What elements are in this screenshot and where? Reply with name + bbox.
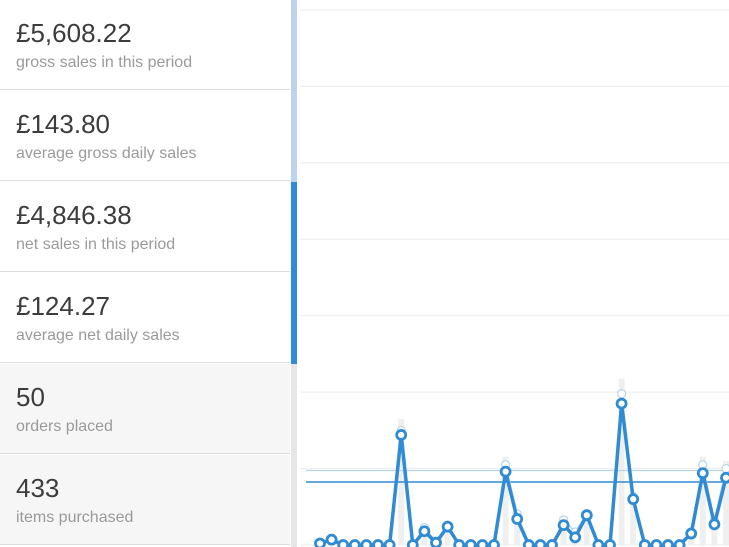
gross-sales-point[interactable] [721, 463, 729, 474]
orders-placed-amount: 50 [16, 382, 45, 412]
net-sales-point[interactable] [546, 539, 558, 547]
net-sales-point[interactable] [580, 509, 593, 522]
net-sales-point[interactable] [488, 539, 500, 547]
gross-sales-label: gross sales in this period [16, 54, 193, 71]
legend-items-purchased[interactable]: 433 items purchased [0, 455, 290, 545]
net-sales-label: net sales in this period [16, 236, 176, 253]
net-sales-point[interactable] [534, 539, 547, 547]
net-sales-point[interactable] [383, 539, 396, 547]
net-sales-point[interactable] [360, 539, 373, 547]
net-sales-point[interactable] [476, 539, 489, 547]
net-sales-point[interactable] [406, 539, 419, 547]
net-sales-point[interactable] [441, 520, 454, 533]
average-gross-daily-amount: £143.80 [16, 109, 110, 139]
net-sales-point[interactable] [569, 531, 582, 544]
net-sales-point[interactable] [720, 471, 729, 484]
gross-sales-point[interactable] [617, 389, 627, 399]
net-sales-point[interactable] [325, 533, 338, 546]
net-sales-point[interactable] [673, 539, 686, 547]
net-sales-point[interactable] [511, 513, 524, 525]
items-purchased-amount: 433 [16, 473, 60, 503]
net-sales-point[interactable] [696, 467, 709, 480]
net-sales-point[interactable] [372, 539, 384, 547]
gross-sales-color-stripe [291, 0, 297, 182]
net-sales-point[interactable] [499, 465, 512, 478]
net-sales-point[interactable] [395, 429, 408, 441]
net-sales-color-stripe [291, 182, 297, 364]
gross-sales-amount: £5,608.22 [16, 18, 132, 48]
net-sales-point[interactable] [557, 519, 570, 532]
average-net-daily-label: average net daily sales [16, 327, 180, 344]
items-purchased-label: items purchased [16, 509, 134, 526]
net-sales-point[interactable] [685, 527, 698, 540]
net-sales-point[interactable] [464, 539, 477, 547]
legend-gross-sales[interactable]: £5,608.22 gross sales in this period [0, 0, 290, 90]
chart-legend: £5,608.22 gross sales in this period £14… [0, 0, 290, 547]
net-sales-point[interactable] [337, 539, 350, 547]
legend-average-net-daily-sales[interactable]: £124.27 average net daily sales [0, 273, 290, 363]
sales-line-chart [300, 9, 729, 547]
net-sales-point[interactable] [627, 493, 640, 506]
legend-scroll-track [291, 364, 297, 547]
net-sales-point[interactable] [348, 539, 361, 547]
average-gross-daily-label: average gross daily sales [16, 145, 197, 162]
net-sales-point[interactable] [650, 539, 663, 547]
legend-average-gross-daily-sales[interactable]: £143.80 average gross daily sales [0, 91, 290, 181]
net-sales-point[interactable] [708, 518, 721, 531]
net-sales-point[interactable] [522, 539, 535, 547]
net-sales-point[interactable] [615, 397, 628, 410]
net-sales-point[interactable] [662, 539, 674, 547]
net-sales-amount: £4,846.38 [16, 200, 132, 230]
net-sales-point[interactable] [604, 539, 616, 547]
legend-orders-placed[interactable]: 50 orders placed [0, 364, 290, 454]
legend-net-sales[interactable]: £4,846.38 net sales in this period [0, 182, 290, 272]
net-sales-point[interactable] [430, 536, 442, 547]
net-sales-point[interactable] [638, 539, 651, 547]
net-sales-line [319, 401, 729, 547]
net-sales-point[interactable] [418, 525, 431, 538]
net-sales-point[interactable] [592, 539, 605, 547]
gross-sales-line [319, 392, 729, 546]
net-sales-point[interactable] [453, 539, 466, 547]
average-net-daily-amount: £124.27 [16, 291, 110, 321]
orders-placed-label: orders placed [16, 418, 113, 435]
net-sales-point[interactable] [314, 537, 326, 547]
